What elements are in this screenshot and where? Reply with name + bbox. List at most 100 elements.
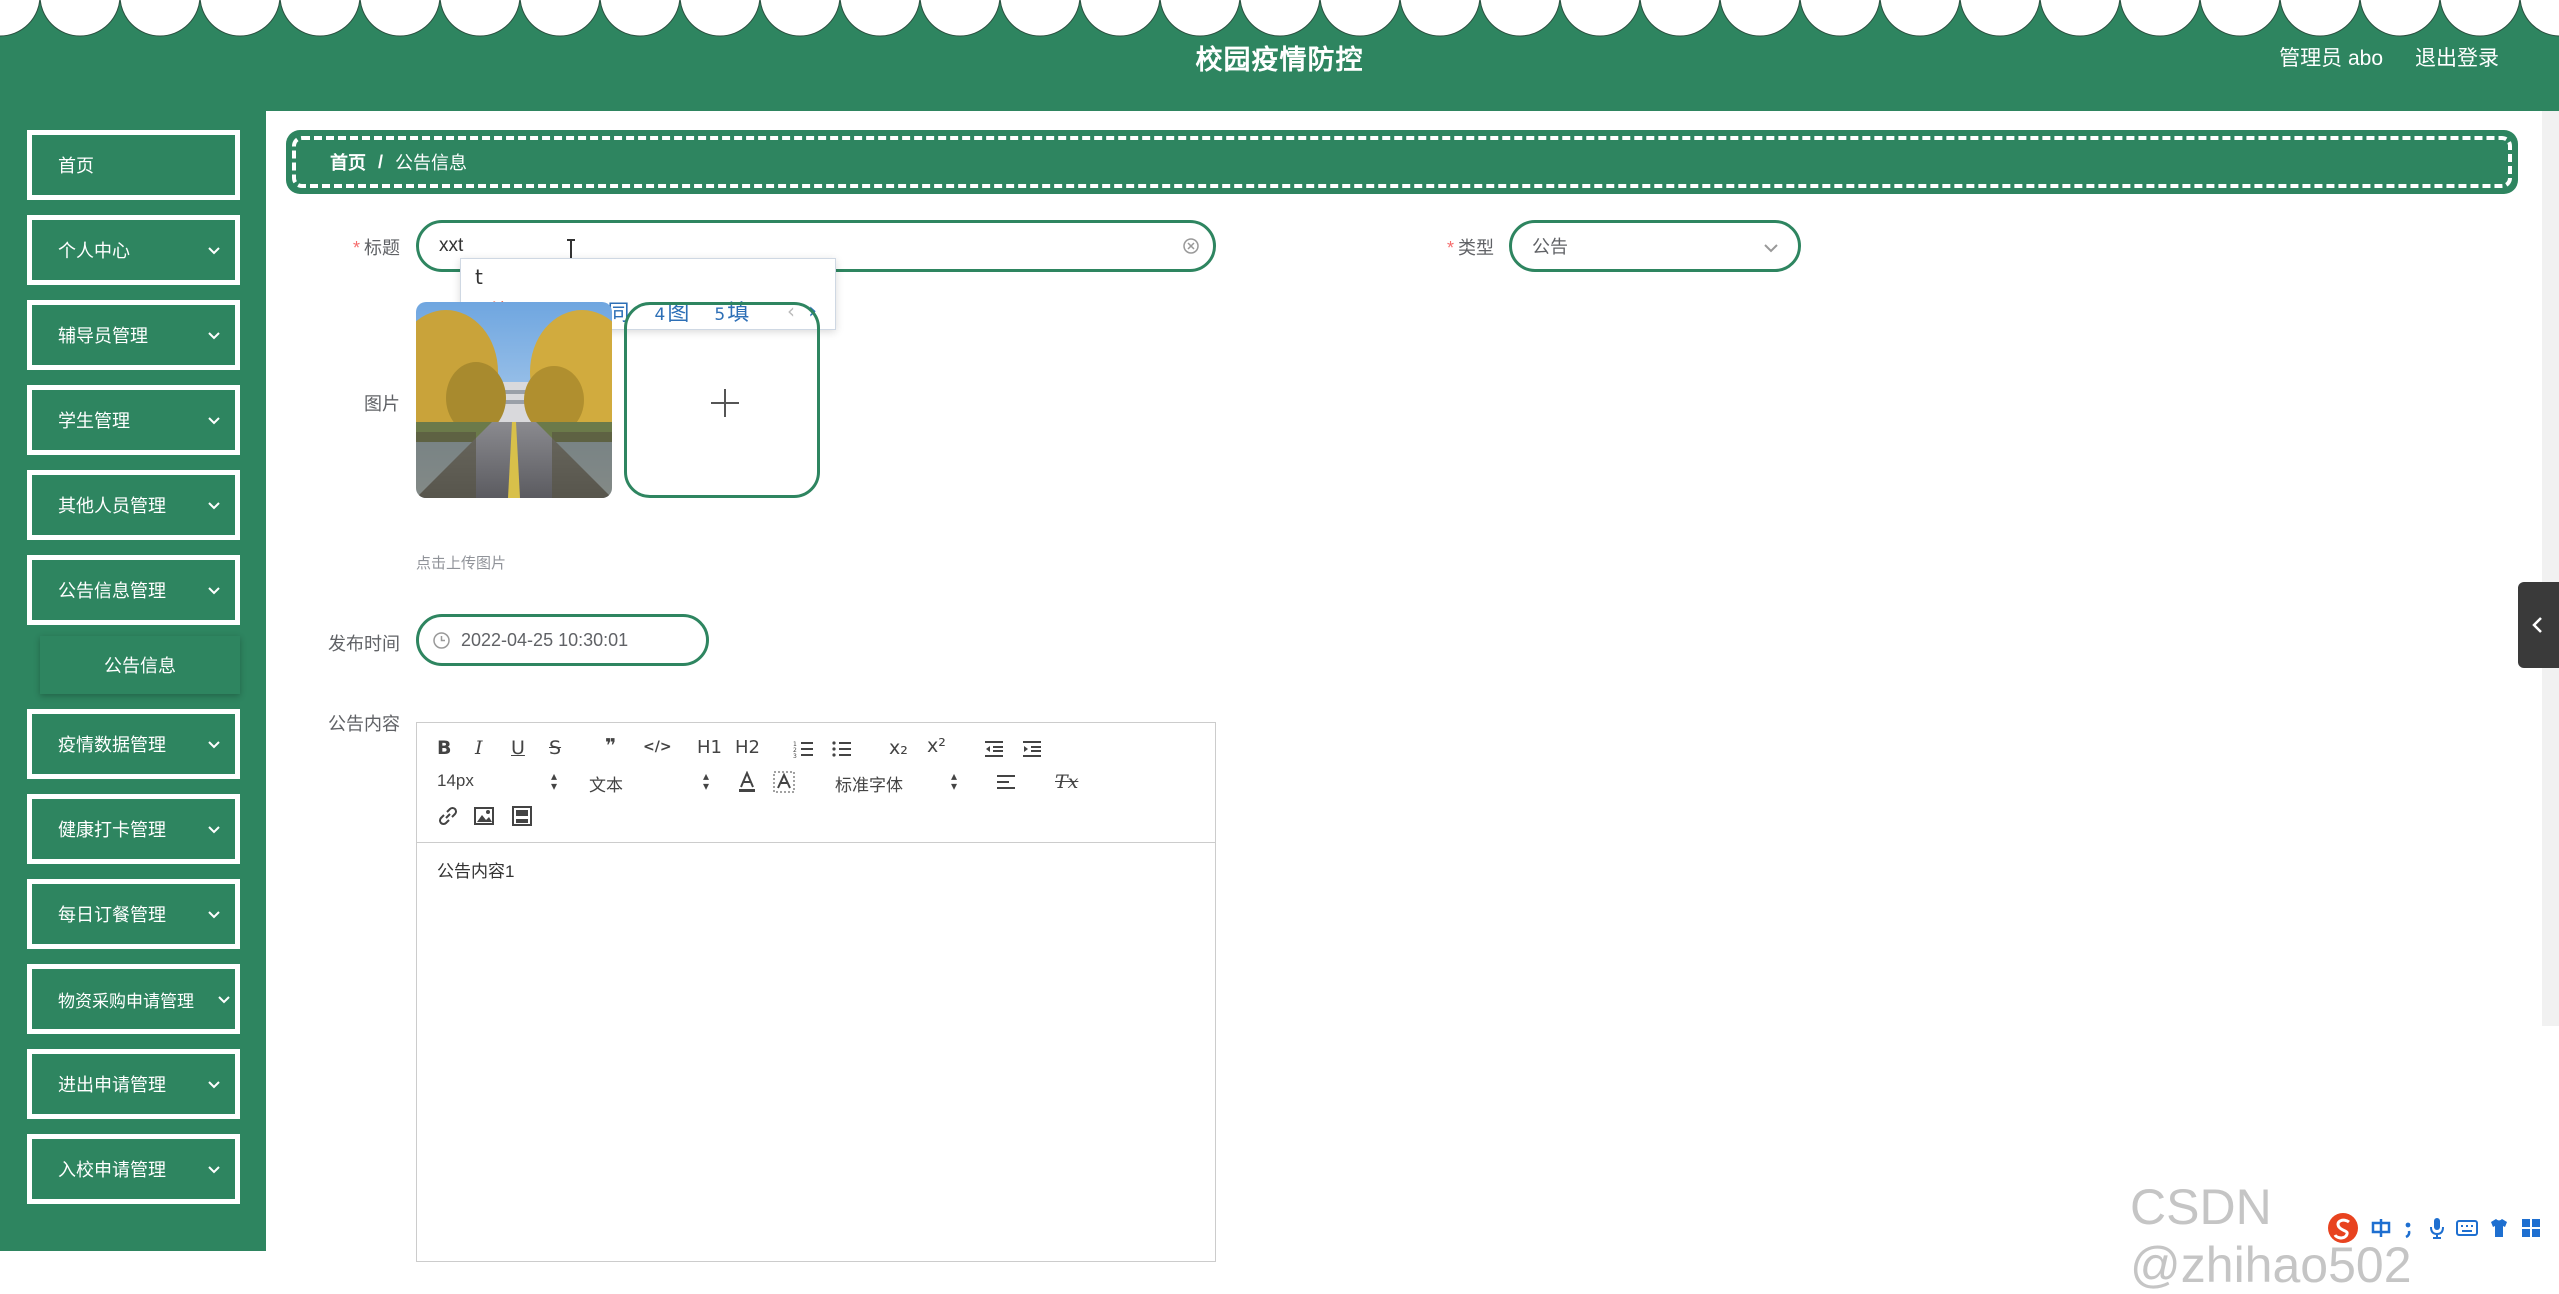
sidebar-item-label: 疫情数据管理 bbox=[58, 735, 166, 755]
app-title: 校园疫情防控 bbox=[1195, 45, 1364, 75]
keyboard-icon[interactable] bbox=[2456, 1218, 2478, 1238]
publish-time-value: 2022-04-25 10:30:01 bbox=[461, 629, 629, 650]
heading1-button[interactable]: H1 bbox=[697, 737, 722, 758]
chevron-down-icon bbox=[1764, 244, 1778, 253]
sidebar-item-health-checkin[interactable]: 健康打卡管理 bbox=[27, 794, 240, 864]
ordered-list-icon[interactable]: 123 bbox=[793, 739, 815, 759]
sidebar-item-counselor[interactable]: 辅导员管理 bbox=[27, 300, 240, 370]
chinese-mode-icon[interactable] bbox=[2370, 1217, 2392, 1239]
toolbox-grid-icon[interactable] bbox=[2520, 1217, 2542, 1239]
type-label: * 类型 bbox=[1432, 234, 1494, 260]
font-size-value: 14px bbox=[437, 771, 474, 790]
user-info: 管理员 abo bbox=[2279, 47, 2383, 70]
sidebar-item-label: 健康打卡管理 bbox=[58, 820, 166, 840]
breadcrumb: 首页 / 公告信息 bbox=[286, 130, 2518, 194]
sidebar-item-epidemic-data[interactable]: 疫情数据管理 bbox=[27, 709, 240, 779]
type-select[interactable]: 公告 bbox=[1509, 220, 1801, 272]
breadcrumb-current: 公告信息 bbox=[395, 153, 468, 173]
heading2-button[interactable]: H2 bbox=[735, 737, 760, 758]
link-icon[interactable] bbox=[437, 805, 459, 827]
font-family-select[interactable]: 标准字体 ▴ ▾ bbox=[835, 770, 957, 795]
subscript-button[interactable]: x₂ bbox=[889, 737, 908, 759]
side-drawer-toggle[interactable] bbox=[2518, 582, 2559, 668]
sidebar-item-home[interactable]: 首页 bbox=[27, 130, 240, 200]
select-arrows-icon: ▴ ▾ bbox=[550, 769, 557, 793]
image-insert-icon[interactable] bbox=[473, 805, 495, 827]
chevron-down-icon bbox=[208, 826, 220, 834]
sogou-ime-icon[interactable] bbox=[2326, 1211, 2360, 1245]
sidebar-item-other-staff[interactable]: 其他人员管理 bbox=[27, 470, 240, 540]
campus-photo bbox=[416, 302, 612, 498]
font-size-select[interactable]: 14px ▴ ▾ bbox=[437, 769, 557, 793]
breadcrumb-home[interactable]: 首页 bbox=[330, 149, 366, 175]
plus-icon bbox=[711, 389, 739, 417]
sidebar: 首页 个人中心 辅导员管理 学生管理 其他人员管理 公告信息管理 公告信息 疫情… bbox=[0, 111, 266, 1251]
sidebar-item-access-request[interactable]: 进出申请管理 bbox=[27, 1049, 240, 1119]
chevron-down-icon bbox=[208, 332, 220, 340]
sidebar-item-notices[interactable]: 公告信息管理 bbox=[27, 555, 240, 625]
code-block-button[interactable]: </> bbox=[643, 739, 672, 755]
sidebar-item-daily-meal[interactable]: 每日订餐管理 bbox=[27, 879, 240, 949]
outdent-icon[interactable] bbox=[983, 739, 1005, 759]
sidebar-item-students[interactable]: 学生管理 bbox=[27, 385, 240, 455]
chevron-down-icon bbox=[208, 1166, 220, 1174]
required-mark: * bbox=[1446, 238, 1454, 258]
bullet-list-icon[interactable] bbox=[831, 739, 853, 759]
page-scrollbar[interactable] bbox=[2542, 111, 2559, 1026]
content-label: 公告内容 bbox=[328, 714, 400, 734]
sidebar-item-label: 学生管理 bbox=[58, 411, 130, 431]
rich-text-editor: B I U S ❞ </> H1 H2 123 x₂ x² 14px ▴ ▾ 文本 ▴… bbox=[416, 722, 1216, 1262]
microphone-icon[interactable] bbox=[2428, 1216, 2446, 1240]
sidebar-item-procurement[interactable]: 物资采购申请管理 bbox=[27, 964, 240, 1034]
title-label: * 标题 bbox=[340, 234, 400, 260]
publish-time-picker[interactable]: 2022-04-25 10:30:01 bbox=[416, 614, 709, 666]
type-label-text: 类型 bbox=[1458, 238, 1494, 258]
chevron-down-icon bbox=[208, 247, 220, 255]
blockquote-button[interactable]: ❞ bbox=[605, 735, 616, 757]
submenu-item-notice-info[interactable]: 公告信息 bbox=[40, 636, 240, 694]
bold-button[interactable]: B bbox=[437, 737, 451, 759]
clock-icon bbox=[433, 632, 450, 649]
sidebar-item-label: 辅导员管理 bbox=[58, 326, 148, 346]
upload-hint: 点击上传图片 bbox=[416, 555, 507, 572]
skin-icon[interactable] bbox=[2488, 1217, 2510, 1239]
punctuation-icon[interactable] bbox=[2402, 1217, 2418, 1239]
format-value: 文本 bbox=[589, 776, 623, 795]
ime-composition: t bbox=[475, 265, 483, 289]
sidebar-item-label: 入校申请管理 bbox=[58, 1160, 166, 1180]
logout-button[interactable]: 退出登录 bbox=[2415, 42, 2499, 72]
title-label-text: 标题 bbox=[364, 238, 400, 258]
italic-button[interactable]: I bbox=[475, 737, 483, 759]
type-select-value: 公告 bbox=[1532, 237, 1568, 257]
background-color-icon[interactable] bbox=[773, 771, 795, 793]
chevron-down-icon bbox=[208, 417, 220, 425]
video-insert-icon[interactable] bbox=[511, 805, 533, 827]
editor-toolbar: B I U S ❞ </> H1 H2 123 x₂ x² 14px ▴ ▾ 文本 ▴… bbox=[417, 723, 1215, 843]
required-mark: * bbox=[352, 238, 360, 258]
editor-content[interactable]: 公告内容1 bbox=[437, 857, 514, 882]
sidebar-item-personal-center[interactable]: 个人中心 bbox=[27, 215, 240, 285]
publish-time-label: 发布时间 bbox=[328, 634, 400, 654]
superscript-button[interactable]: x² bbox=[927, 735, 946, 757]
svg-text:3: 3 bbox=[793, 753, 797, 759]
top-header: 校园疫情防控 管理员 abo 退出登录 bbox=[0, 0, 2559, 111]
sidebar-item-label: 首页 bbox=[58, 156, 94, 176]
uploaded-image-thumbnail[interactable] bbox=[416, 302, 612, 498]
chevron-down-icon bbox=[208, 587, 220, 595]
font-family-value: 标准字体 bbox=[835, 776, 903, 795]
align-icon[interactable] bbox=[995, 773, 1017, 793]
image-upload-button[interactable] bbox=[624, 302, 820, 498]
clear-format-button[interactable]: Tx bbox=[1055, 771, 1078, 793]
chevron-down-icon bbox=[218, 996, 230, 1004]
underline-button[interactable]: U bbox=[511, 737, 525, 759]
font-color-icon[interactable] bbox=[737, 771, 757, 793]
sidebar-item-label: 个人中心 bbox=[58, 241, 130, 261]
format-select[interactable]: 文本 ▴ ▾ bbox=[589, 769, 709, 795]
sidebar-item-label: 每日订餐管理 bbox=[58, 905, 166, 925]
clear-icon[interactable] bbox=[1181, 236, 1201, 256]
strikethrough-button[interactable]: S bbox=[549, 737, 561, 759]
select-arrows-icon: ▴ ▾ bbox=[702, 769, 709, 793]
breadcrumb-inner: 首页 / 公告信息 bbox=[292, 136, 2512, 188]
sidebar-item-campus-entry[interactable]: 入校申请管理 bbox=[27, 1134, 240, 1204]
indent-icon[interactable] bbox=[1021, 739, 1043, 759]
